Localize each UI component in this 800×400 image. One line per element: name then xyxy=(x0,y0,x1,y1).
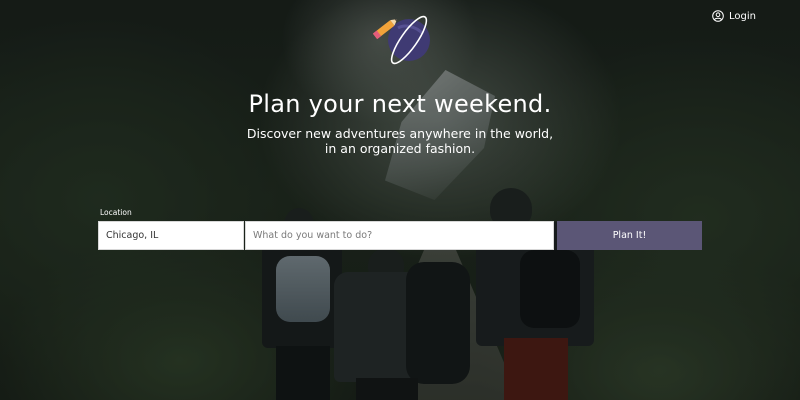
planet-pencil-logo[interactable] xyxy=(368,10,440,66)
activity-input[interactable] xyxy=(245,221,554,250)
hero-subtitle-line2: in an organized fashion. xyxy=(324,141,476,156)
hero-subtitle-line1: Discover new adventures anywhere in the … xyxy=(246,126,554,141)
user-circle-icon xyxy=(712,10,724,22)
page-title: Plan your next weekend. xyxy=(248,90,552,118)
login-link[interactable]: Login xyxy=(712,10,756,22)
search-row: Plan It! xyxy=(98,221,702,250)
location-input[interactable] xyxy=(98,221,244,250)
login-label: Login xyxy=(729,10,756,22)
hero-subtitle: Discover new adventures anywhere in the … xyxy=(0,126,800,156)
plan-it-button[interactable]: Plan It! xyxy=(557,221,702,250)
location-label: Location xyxy=(100,208,132,217)
hero-section: Plan your next weekend. Discover new adv… xyxy=(0,90,800,156)
